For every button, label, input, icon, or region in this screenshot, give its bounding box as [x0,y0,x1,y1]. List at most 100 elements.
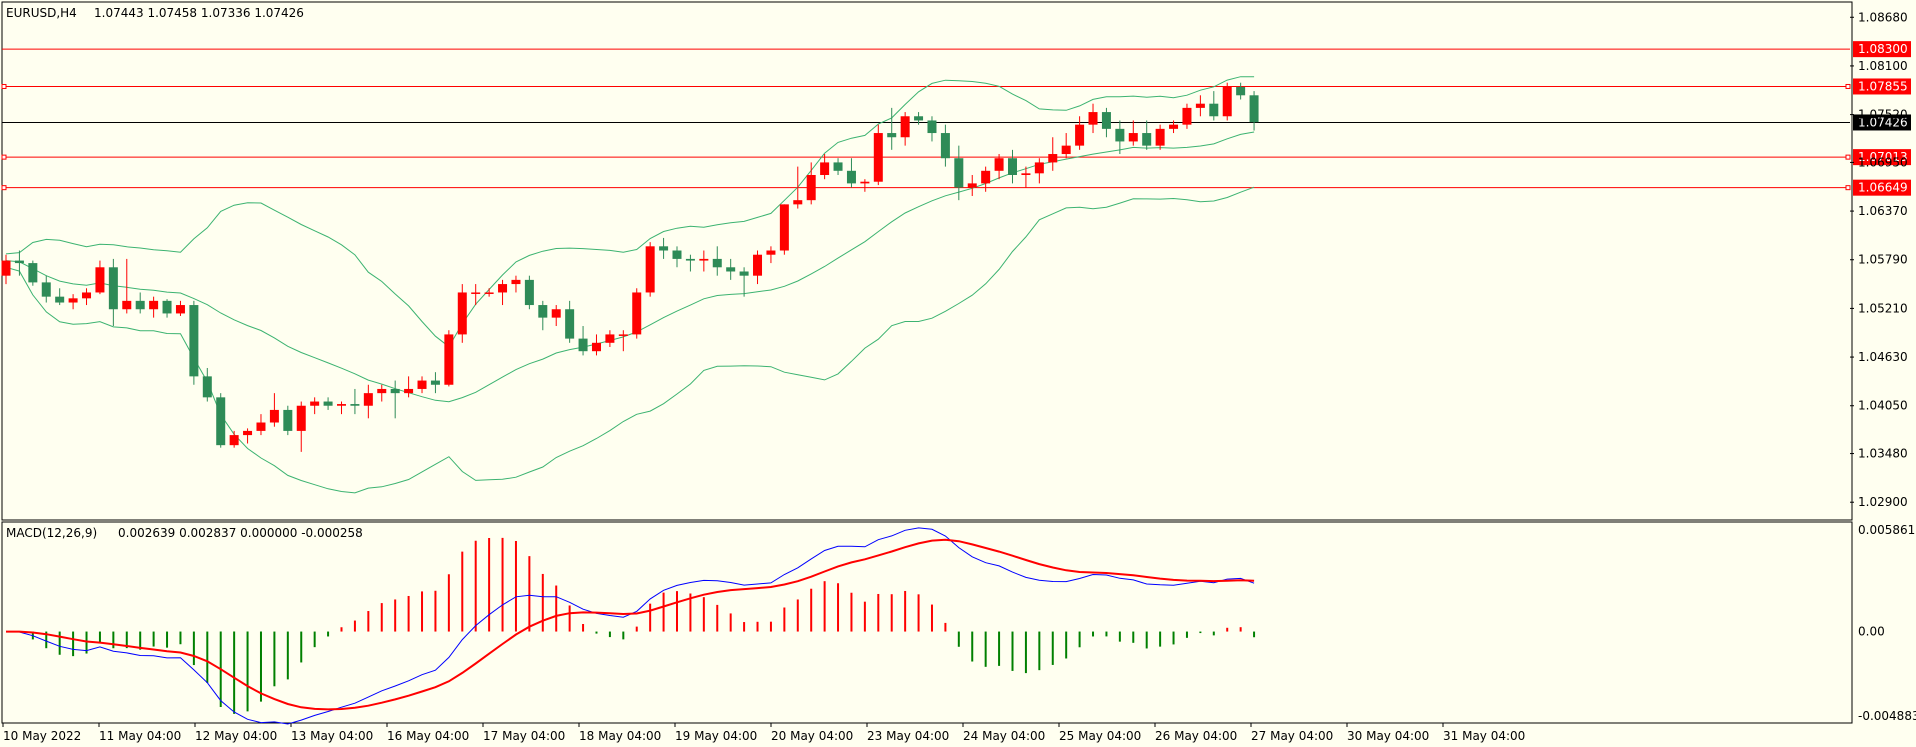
candle-body[interactable] [994,158,1004,171]
candle-body[interactable] [578,338,588,352]
candle-body[interactable] [645,246,655,293]
candle-body[interactable] [618,334,628,336]
candle-body[interactable] [95,267,105,293]
candle-body[interactable] [1182,107,1192,125]
candle-body[interactable] [739,271,749,276]
candle-body[interactable] [498,284,508,293]
candlestick-series[interactable] [1,82,1259,452]
level-marker[interactable] [1,83,7,89]
candle-body[interactable] [672,250,682,259]
candle-body[interactable] [283,409,293,431]
candle-body[interactable] [135,300,145,310]
candle-body[interactable] [1128,133,1138,142]
candle-body[interactable] [820,162,830,175]
candle-body[interactable] [404,388,414,394]
candle-body[interactable] [900,116,910,138]
candle-body[interactable] [1048,154,1058,163]
candle-body[interactable] [1088,112,1098,125]
candle-body[interactable] [189,305,199,377]
candle-body[interactable] [202,376,212,398]
candle-body[interactable] [846,170,856,184]
level-marker[interactable] [1845,185,1851,191]
candle-body[interactable] [1169,124,1179,129]
candle-body[interactable] [1,260,11,276]
candle-body[interactable] [806,175,816,201]
candle-body[interactable] [1101,112,1111,129]
candle-body[interactable] [1142,133,1152,146]
level-marker[interactable] [1845,83,1851,89]
candle-body[interactable] [1034,162,1044,174]
candle-body[interactable] [457,292,467,335]
candle-body[interactable] [1195,103,1205,108]
candle-body[interactable] [108,267,118,310]
candle-body[interactable] [927,120,937,134]
candle-body[interactable] [538,305,548,318]
candle-body[interactable] [149,300,159,310]
candle-body[interactable] [873,133,883,182]
candle-body[interactable] [243,430,253,436]
candle-body[interactable] [699,258,709,261]
candle-body[interactable] [55,296,65,303]
candle-body[interactable] [175,305,185,314]
candle-body[interactable] [363,393,373,406]
candle-body[interactable] [337,404,346,406]
candle-body[interactable] [390,388,400,394]
candle-body[interactable] [565,309,575,339]
candle-body[interactable] [1236,86,1246,96]
candle-body[interactable] [712,258,722,268]
candle-body[interactable] [28,263,38,283]
candle-body[interactable] [256,422,266,431]
candle-body[interactable] [591,342,601,352]
trading-chart[interactable]: 1.083001.078551.070131.066491.07426 1.08… [0,0,1916,747]
candle-body[interactable] [1008,158,1017,175]
candle-body[interactable] [726,267,736,272]
candle-body[interactable] [914,116,924,121]
candle-body[interactable] [954,158,964,188]
candle-body[interactable] [216,397,226,446]
candle-body[interactable] [766,250,776,255]
candle-body[interactable] [417,380,427,389]
candle-body[interactable] [310,401,320,406]
candle-body[interactable] [229,435,239,446]
candle-body[interactable] [444,334,454,385]
candle-body[interactable] [1249,95,1259,123]
candle-body[interactable] [779,204,789,251]
candle-body[interactable] [1021,173,1031,175]
candle-body[interactable] [1222,86,1232,117]
candle-body[interactable] [377,388,387,394]
candle-body[interactable] [162,300,172,314]
candle-body[interactable] [1209,103,1219,117]
candle-body[interactable] [323,401,333,406]
candle-body[interactable] [1155,128,1165,146]
candle-body[interactable] [685,258,695,261]
candle-body[interactable] [860,181,870,184]
candle-body[interactable] [296,405,306,431]
candle-body[interactable] [1115,128,1125,142]
candle-body[interactable] [967,183,977,188]
candle-body[interactable] [82,292,92,299]
candle-body[interactable] [887,133,897,138]
candle-body[interactable] [122,300,132,310]
candle-body[interactable] [511,279,521,285]
candle-body[interactable] [659,246,669,251]
candle-body[interactable] [14,260,24,264]
candle-body[interactable] [753,254,763,276]
candle-body[interactable] [524,279,534,306]
candle-body[interactable] [632,292,642,335]
candle-body[interactable] [981,170,991,184]
level-marker[interactable] [1845,154,1851,160]
candle-body[interactable] [430,380,440,385]
candle-body[interactable] [484,292,494,294]
candle-body[interactable] [1075,124,1085,146]
candle-body[interactable] [605,334,615,343]
candle-body[interactable] [940,133,950,159]
candle-body[interactable] [269,409,279,423]
candle-body[interactable] [793,200,803,205]
candle-body[interactable] [1061,145,1071,155]
level-marker[interactable] [1,185,7,191]
candle-body[interactable] [68,298,78,303]
candle-body[interactable] [833,162,843,171]
candle-body[interactable] [350,404,360,406]
candle-body[interactable] [471,292,481,294]
level-marker[interactable] [1,154,7,160]
